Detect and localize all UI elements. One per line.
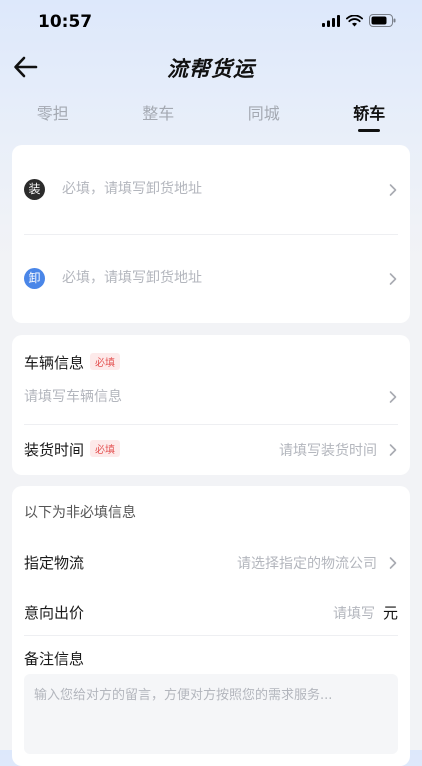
load-address-placeholder: 必填，请填写卸货地址 (62, 179, 202, 200)
service-tabs: 零担 整车 同城 轿车 (0, 90, 422, 138)
remarks-label: 备注信息 (24, 648, 84, 669)
vehicle-info-label: 车辆信息必填 (24, 352, 120, 373)
optional-info-card: 以下为非必填信息 指定物流 请选择指定的物流公司 意向出价 请填写 元 备注信息… (12, 486, 410, 766)
load-badge: 装 (24, 179, 45, 200)
cellular-signal-icon (322, 15, 340, 27)
required-tag: 必填 (90, 440, 120, 457)
tab-same-city[interactable]: 同城 (211, 90, 317, 138)
loading-time-input[interactable]: 请填写装货时间 (279, 440, 377, 460)
address-card: 装 必填，请填写卸货地址 卸 必填，请填写卸货地址 (12, 145, 410, 323)
status-icons (322, 14, 396, 27)
loading-time-title: 装货时间 (24, 441, 84, 459)
unload-address-placeholder: 必填，请填写卸货地址 (62, 268, 202, 289)
chevron-right-icon (388, 183, 398, 197)
battery-icon (369, 14, 396, 27)
load-address-row[interactable]: 装 必填，请填写卸货地址 (12, 145, 410, 234)
chevron-right-icon (388, 390, 398, 404)
required-info-card: 车辆信息必填 请填写车辆信息 装货时间必填 请填写装货时间 (12, 335, 410, 475)
price-input[interactable]: 请填写 (333, 603, 375, 623)
vehicle-info-title: 车辆信息 (24, 354, 84, 372)
status-time: 10:57 (38, 12, 92, 32)
logistics-label: 指定物流 (24, 552, 84, 573)
divider (24, 635, 398, 636)
optional-section-note: 以下为非必填信息 (24, 502, 136, 522)
divider (24, 424, 398, 425)
tab-less-than-truckload[interactable]: 零担 (0, 90, 106, 138)
price-unit: 元 (383, 602, 398, 623)
required-tag: 必填 (90, 353, 120, 370)
remarks-textarea[interactable]: 输入您给对方的留言，方便对方按照您的需求服务... (24, 674, 398, 754)
tab-full-truckload[interactable]: 整车 (106, 90, 212, 138)
price-label: 意向出价 (24, 602, 84, 623)
app-brand-title: 流帮货运 (0, 53, 422, 83)
nav-bar: 流帮货运 (0, 44, 422, 90)
vehicle-info-input[interactable]: 请填写车辆信息 (24, 386, 122, 406)
chevron-right-icon (388, 556, 398, 570)
remarks-placeholder: 输入您给对方的留言，方便对方按照您的需求服务... (34, 684, 332, 703)
chevron-right-icon (388, 272, 398, 286)
unload-address-row[interactable]: 卸 必填，请填写卸货地址 (12, 234, 410, 323)
chevron-right-icon (388, 443, 398, 457)
unload-badge: 卸 (24, 268, 45, 289)
logistics-select[interactable]: 请选择指定的物流公司 (237, 553, 377, 573)
wifi-icon (346, 15, 363, 27)
loading-time-label: 装货时间必填 (24, 439, 120, 460)
status-bar: 10:57 (0, 0, 422, 44)
tab-car-transport[interactable]: 轿车 (317, 90, 422, 138)
